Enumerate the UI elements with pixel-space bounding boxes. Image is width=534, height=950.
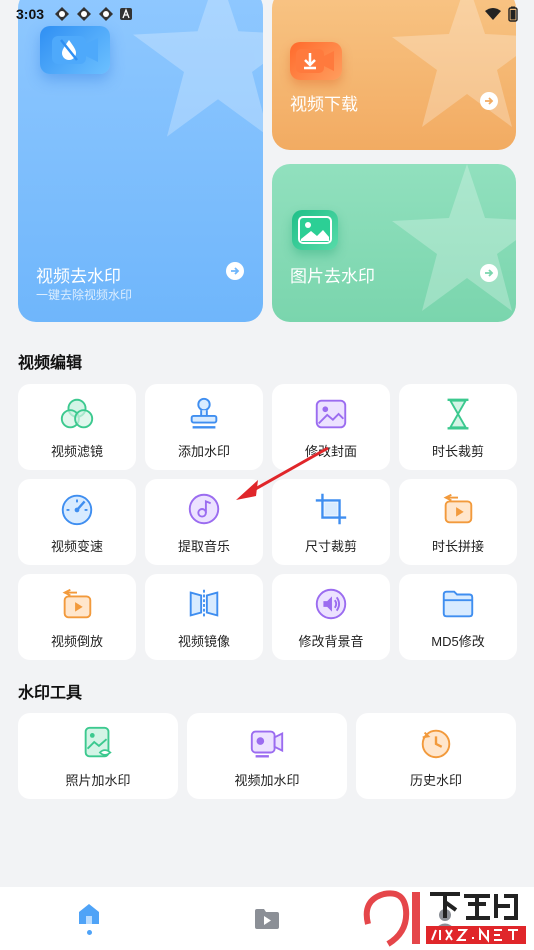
reverse-play-icon — [62, 588, 92, 618]
tool-md5-change[interactable]: MD5修改 — [399, 574, 517, 660]
status-time: 3:03 — [16, 6, 45, 22]
arrow-right-icon — [480, 92, 498, 110]
card-title: 视频下载 — [290, 95, 358, 114]
tool-add-watermark[interactable]: 添加水印 — [145, 384, 263, 470]
tool-duration-splice[interactable]: 时长拼接 — [399, 479, 517, 565]
arrow-right-icon — [226, 262, 244, 280]
photo-watermark-icon — [84, 726, 112, 757]
tool-video-speed[interactable]: 视频变速 — [18, 479, 136, 565]
tool-photo-watermark[interactable]: 照片加水印 — [18, 713, 178, 799]
splice-icon — [443, 493, 473, 523]
image-remove-app-icon — [292, 210, 338, 250]
video-edit-grid: 视频滤镜 添加水印 修改封面 时长裁剪 视频变速 提取音乐 尺寸裁剪 时长拼接 … — [18, 384, 517, 660]
mirror-icon — [189, 589, 219, 618]
stamp-icon — [190, 397, 218, 428]
card-title: 视频去水印 — [36, 267, 121, 286]
tool-video-reverse[interactable]: 视频倒放 — [18, 574, 136, 660]
tool-label: 视频滤镜 — [50, 443, 103, 459]
tool-video-mirror[interactable]: 视频镜像 — [145, 574, 263, 660]
status-bar: 3:03 — [0, 0, 534, 28]
tool-label: 时长裁剪 — [431, 443, 484, 459]
tool-label: 视频变速 — [50, 538, 103, 554]
crop-icon — [315, 493, 347, 524]
speaker-icon — [315, 588, 347, 619]
picture-icon — [315, 399, 347, 428]
tool-label: 视频镜像 — [177, 633, 230, 649]
app-notification-icon — [99, 7, 114, 21]
play-folder-icon — [255, 908, 279, 929]
tool-label: 修改背景音 — [298, 633, 364, 649]
card-title: 图片去水印 — [290, 267, 375, 286]
site-watermark-logo — [360, 884, 530, 948]
decorative-star-icon — [392, 164, 516, 311]
speedometer-icon — [61, 494, 93, 525]
tool-change-bgm[interactable]: 修改背景音 — [272, 574, 390, 660]
hourglass-icon — [447, 398, 469, 429]
section-title-watermark-tools: 水印工具 — [18, 685, 83, 702]
tool-label: 视频倒放 — [50, 633, 103, 649]
image-remove-watermark-card[interactable]: 图片去水印 — [272, 164, 516, 322]
tool-label: 视频加水印 — [234, 772, 300, 788]
video-download-app-icon — [290, 42, 342, 80]
tool-history-watermark[interactable]: 历史水印 — [356, 713, 516, 799]
folder-icon — [442, 590, 474, 617]
section-title-video-edit: 视频编辑 — [18, 355, 83, 372]
tool-duration-trim[interactable]: 时长裁剪 — [399, 384, 517, 470]
active-indicator — [86, 930, 92, 935]
arrow-right-icon — [480, 264, 498, 282]
watermark-tools-grid: 照片加水印 视频加水印 历史水印 — [18, 713, 516, 799]
tool-video-filter[interactable]: 视频滤镜 — [18, 384, 136, 470]
app-notification-icon — [77, 7, 92, 21]
tool-size-crop[interactable]: 尺寸裁剪 — [272, 479, 390, 565]
tool-video-watermark[interactable]: 视频加水印 — [187, 713, 347, 799]
music-disc-icon — [188, 493, 220, 524]
tool-label: 修改封面 — [304, 443, 357, 459]
letter-a-icon — [120, 8, 133, 20]
tool-label: 尺寸裁剪 — [304, 538, 357, 554]
history-icon — [421, 729, 451, 758]
nav-home[interactable] — [59, 894, 119, 944]
tool-label: MD5修改 — [431, 633, 485, 649]
video-watermark-icon — [250, 730, 284, 757]
tool-label: 提取音乐 — [177, 538, 230, 554]
tool-label: 照片加水印 — [65, 772, 131, 788]
tool-label: 历史水印 — [409, 772, 462, 788]
tool-label: 添加水印 — [177, 443, 230, 459]
tool-label: 时长拼接 — [431, 538, 484, 554]
tool-change-cover[interactable]: 修改封面 — [272, 384, 390, 470]
tool-extract-music[interactable]: 提取音乐 — [145, 479, 263, 565]
card-subtitle: 一键去除视频水印 — [36, 288, 133, 302]
app-notification-icon — [55, 7, 70, 21]
wifi-icon — [485, 8, 501, 20]
home-icon — [79, 904, 99, 924]
battery-icon — [508, 6, 518, 22]
nav-video[interactable] — [237, 894, 297, 944]
video-watermark-app-icon — [40, 26, 110, 74]
filter-circles-icon — [60, 398, 94, 428]
video-remove-watermark-card[interactable]: 视频去水印 一键去除视频水印 — [18, 0, 263, 322]
